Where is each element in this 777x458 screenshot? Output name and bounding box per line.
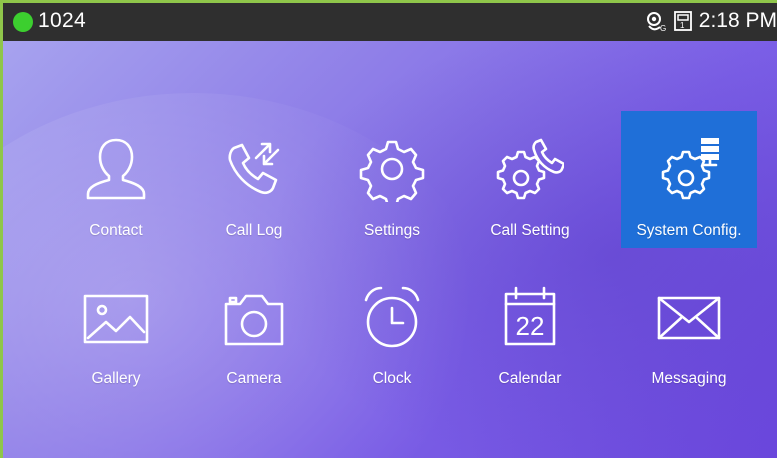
app-calendar[interactable]: 22 Calendar bbox=[462, 259, 598, 396]
app-label: Gallery bbox=[91, 370, 141, 387]
system-config-icon bbox=[661, 138, 719, 200]
status-right-group: G 1 2:18 PM bbox=[645, 9, 777, 33]
app-label: Settings bbox=[363, 222, 420, 239]
app-clock[interactable]: Clock bbox=[324, 259, 460, 396]
clock-time: 2:18 PM bbox=[698, 9, 777, 32]
camera-icon bbox=[224, 294, 284, 346]
account-status-indicator bbox=[13, 12, 33, 32]
app-camera[interactable]: Camera bbox=[186, 259, 322, 396]
call-setting-icon bbox=[496, 138, 564, 200]
app-contact[interactable]: Contact bbox=[48, 111, 184, 248]
app-call-setting[interactable]: Call Setting bbox=[462, 111, 598, 248]
alarm-clock-icon bbox=[364, 286, 420, 348]
app-label: Messaging bbox=[651, 370, 727, 387]
svg-text:G: G bbox=[660, 24, 666, 32]
app-label: Calendar bbox=[498, 370, 562, 387]
app-call-log[interactable]: Call Log bbox=[186, 111, 322, 248]
sim-card-icon: 1 bbox=[673, 10, 693, 32]
calendar-day: 22 bbox=[515, 311, 545, 341]
envelope-icon bbox=[657, 296, 721, 340]
app-messaging[interactable]: Messaging bbox=[621, 259, 757, 396]
account-number: 1024 bbox=[38, 9, 86, 32]
home-screen: 1024 G 1 2:18 PM Contact Call Log Settin… bbox=[3, 3, 777, 458]
gallery-icon bbox=[83, 294, 149, 344]
app-label: Call Log bbox=[225, 222, 283, 239]
app-label: Call Setting bbox=[490, 222, 570, 239]
app-label: Camera bbox=[226, 370, 282, 387]
svg-text:1: 1 bbox=[680, 21, 685, 30]
app-label: System Config. bbox=[636, 222, 742, 239]
phone-gear-icon: G bbox=[645, 10, 667, 32]
settings-gear-icon bbox=[359, 140, 425, 202]
status-bar: 1024 G 1 2:18 PM bbox=[3, 3, 777, 41]
app-settings[interactable]: Settings bbox=[324, 111, 460, 248]
app-gallery[interactable]: Gallery bbox=[48, 259, 184, 396]
app-system-config[interactable]: System Config. bbox=[621, 111, 757, 248]
contact-icon bbox=[86, 138, 146, 200]
app-label: Contact bbox=[89, 222, 143, 239]
call-log-icon bbox=[228, 142, 280, 195]
app-label: Clock bbox=[372, 370, 412, 387]
